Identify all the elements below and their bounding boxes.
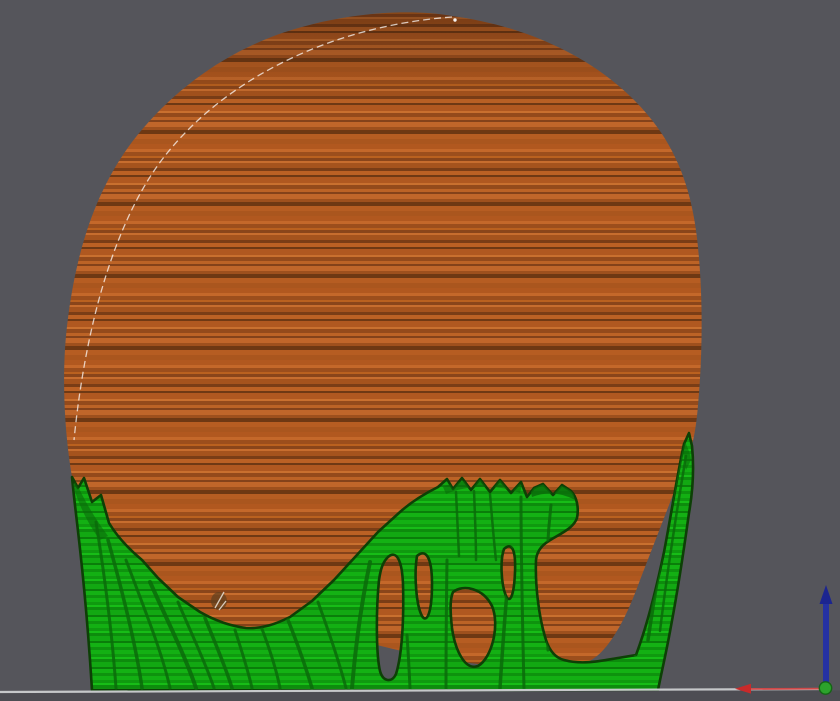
origin-ball xyxy=(819,682,831,694)
seam-top-speck xyxy=(453,18,456,21)
3d-viewport[interactable] xyxy=(0,0,840,701)
slicer-preview-window xyxy=(0,0,840,701)
